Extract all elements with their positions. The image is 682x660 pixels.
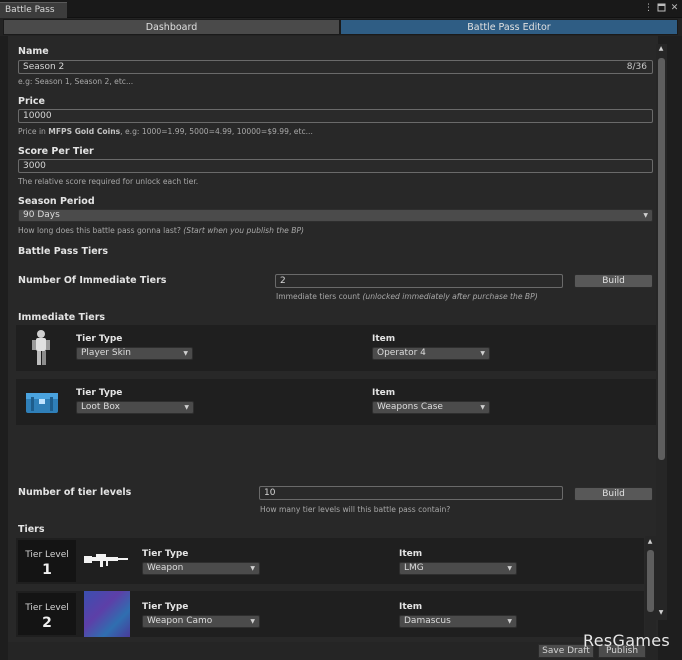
immediate-tier-card: Tier Type Loot Box ▼ Item Weapons Case ▼ (16, 379, 656, 425)
tier-type-label: Tier Type (76, 388, 123, 398)
watermark-logo: ResGames (583, 631, 670, 650)
close-icon[interactable]: ✕ (669, 3, 680, 14)
tier-type-dropdown[interactable]: Weapon Camo ▼ (142, 615, 260, 628)
scroll-down-icon[interactable]: ▼ (656, 609, 666, 616)
immediate-tiers-count-value: 2 (280, 276, 286, 286)
item-value: Operator 4 (377, 348, 426, 358)
score-per-tier-hint: The relative score required for unlock e… (18, 177, 199, 186)
tier-type-value: Weapon Camo (147, 616, 213, 626)
tier-card: Tier Level 1 Tier Type Weapon ▼ Item LMG… (16, 538, 644, 584)
item-dropdown[interactable]: Weapons Case ▼ (372, 401, 490, 414)
window-titlebar: Battle Pass ⋮ ✕ (0, 0, 682, 18)
name-value: Season 2 (23, 62, 65, 72)
chevron-down-icon: ▼ (250, 618, 255, 625)
toolbar: Dashboard Battle Pass Editor (0, 18, 682, 36)
immediate-tier-card: Tier Type Player Skin ▼ Item Operator 4 … (16, 325, 656, 371)
editor-panel: Name Season 2 8/36 e.g: Season 1, Season… (8, 36, 658, 660)
item-dropdown[interactable]: LMG ▼ (399, 562, 517, 575)
item-value: Damascus (404, 616, 451, 626)
price-value: 10000 (23, 111, 52, 121)
item-label: Item (372, 334, 396, 344)
immediate-tiers-heading: Immediate Tiers (18, 312, 106, 323)
scroll-up-icon[interactable]: ▲ (645, 538, 655, 545)
price-field[interactable]: 10000 (18, 109, 653, 123)
price-label: Price (18, 96, 45, 107)
maximize-icon[interactable] (656, 3, 667, 14)
tier-type-dropdown[interactable]: Weapon ▼ (142, 562, 260, 575)
tier-level-number: 1 (42, 562, 52, 578)
name-char-counter: 8/36 (626, 62, 647, 72)
item-dropdown[interactable]: Operator 4 ▼ (372, 347, 490, 360)
build-tier-levels-button[interactable]: Build (574, 487, 653, 501)
item-value: LMG (404, 563, 424, 573)
tier-level-number: 2 (42, 615, 52, 631)
player-skin-icon (28, 329, 54, 367)
tier-level-label: Tier Level (25, 603, 69, 613)
tiers-scrollbar-thumb[interactable] (647, 550, 654, 612)
kebab-menu-icon[interactable]: ⋮ (643, 3, 654, 14)
item-value: Weapons Case (377, 402, 443, 412)
score-per-tier-label: Score Per Tier (18, 146, 94, 157)
chevron-down-icon: ▼ (184, 404, 189, 411)
window-tab-title[interactable]: Battle Pass (0, 2, 67, 18)
immediate-tiers-count-label: Number Of Immediate Tiers (18, 275, 167, 286)
tier-type-value: Weapon (147, 563, 184, 573)
immediate-tiers-count-field[interactable]: 2 (275, 274, 563, 288)
main-scrollbar[interactable]: ▲ ▼ (656, 44, 667, 620)
name-label: Name (18, 46, 49, 57)
tier-type-value: Player Skin (81, 348, 131, 358)
scroll-up-icon[interactable]: ▲ (656, 45, 666, 52)
tier-level-label: Tier Level (25, 550, 69, 560)
rifle-icon (82, 550, 130, 570)
tier-level-badge: Tier Level 2 (18, 593, 76, 635)
chevron-down-icon: ▼ (183, 350, 188, 357)
tab-dashboard[interactable]: Dashboard (3, 19, 340, 35)
tier-type-value: Loot Box (81, 402, 120, 412)
tier-levels-count-field[interactable]: 10 (259, 486, 563, 500)
chevron-down-icon: ▼ (480, 350, 485, 357)
score-per-tier-field[interactable]: 3000 (18, 159, 653, 173)
season-period-value: 90 Days (23, 210, 60, 220)
season-period-hint: How long does this battle pass gonna las… (18, 226, 304, 235)
name-hint: e.g: Season 1, Season 2, etc... (18, 77, 134, 86)
season-period-dropdown[interactable]: 90 Days ▼ (18, 209, 653, 222)
tier-type-label: Tier Type (76, 334, 123, 344)
main-scrollbar-thumb[interactable] (658, 58, 665, 460)
item-label: Item (399, 602, 423, 612)
chevron-down-icon: ▼ (250, 565, 255, 572)
tier-type-label: Tier Type (142, 549, 189, 559)
item-label: Item (399, 549, 423, 559)
tiers-heading: Tiers (18, 524, 45, 535)
camo-swatch-icon (84, 591, 130, 637)
tier-levels-count-label: Number of tier levels (18, 487, 132, 498)
tier-type-label: Tier Type (142, 602, 189, 612)
item-dropdown[interactable]: Damascus ▼ (399, 615, 517, 628)
name-field[interactable]: Season 2 8/36 (18, 60, 653, 74)
chevron-down-icon: ▼ (507, 565, 512, 572)
tier-levels-hint: How many tier levels will this battle pa… (260, 505, 451, 514)
tier-levels-count-value: 10 (264, 488, 276, 498)
immediate-tiers-hint: Immediate tiers count (unlocked immediat… (276, 292, 538, 301)
chevron-down-icon: ▼ (507, 618, 512, 625)
tier-type-dropdown[interactable]: Loot Box ▼ (76, 401, 194, 414)
tier-card: Tier Level 2 Tier Type Weapon Camo ▼ Ite… (16, 591, 644, 637)
footer-bar: Save Draft Publish (8, 642, 658, 660)
price-hint: Price in MFPS Gold Coins, e.g: 1000=1.99… (18, 127, 313, 136)
build-immediate-tiers-button[interactable]: Build (574, 274, 653, 288)
tier-level-badge: Tier Level 1 (18, 540, 76, 582)
chevron-down-icon: ▼ (643, 212, 648, 219)
battle-pass-tiers-heading: Battle Pass Tiers (18, 246, 108, 257)
score-per-tier-value: 3000 (23, 161, 46, 171)
season-period-label: Season Period (18, 196, 95, 207)
chevron-down-icon: ▼ (480, 404, 485, 411)
tab-battle-pass-editor[interactable]: Battle Pass Editor (340, 19, 678, 35)
item-label: Item (372, 388, 396, 398)
loot-box-icon (24, 387, 60, 417)
tier-type-dropdown[interactable]: Player Skin ▼ (76, 347, 193, 360)
